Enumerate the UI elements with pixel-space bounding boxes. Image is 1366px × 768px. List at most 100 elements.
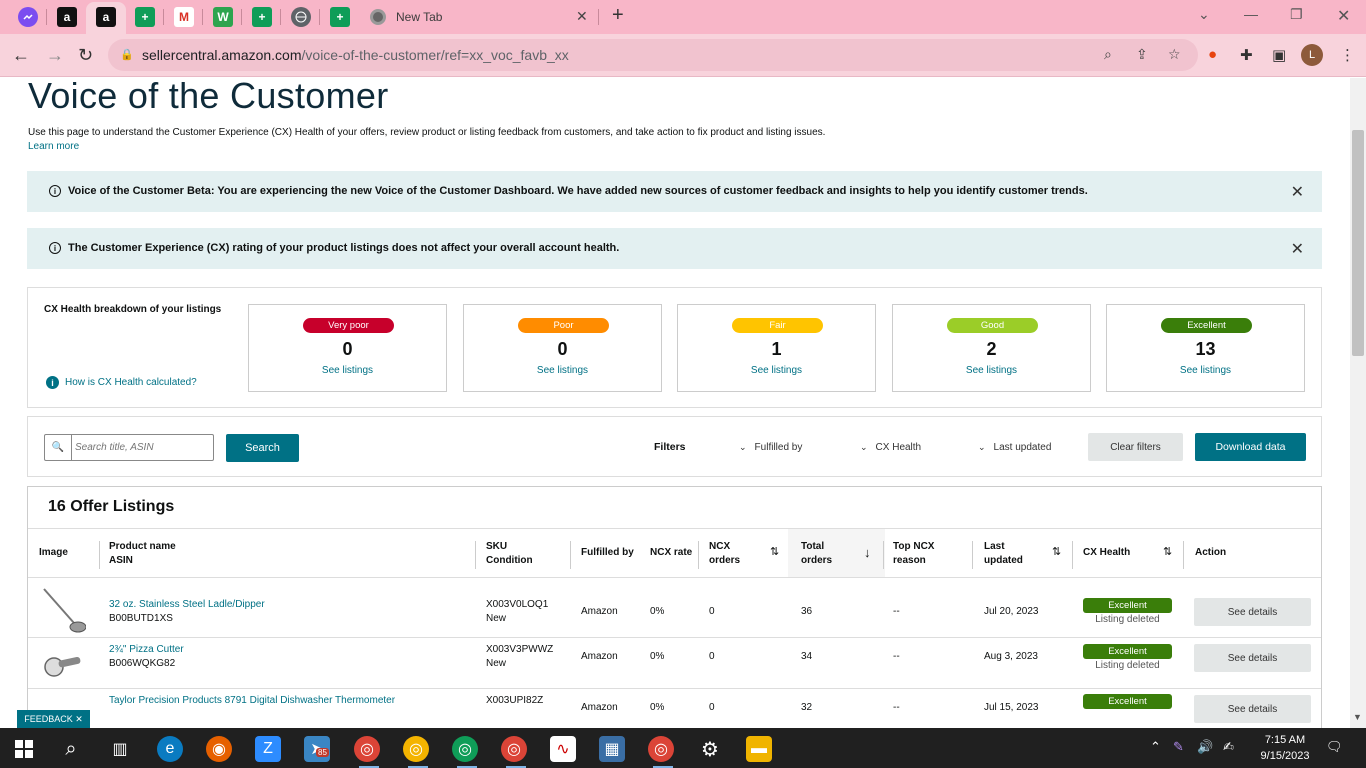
- header-cx-health[interactable]: CX Health: [1083, 546, 1130, 560]
- close-window-icon[interactable]: ✕: [1337, 6, 1350, 26]
- product-name-link[interactable]: 2¾" Pizza Cutter: [109, 643, 184, 657]
- sheets-icon[interactable]: +: [135, 7, 155, 27]
- header-last-updated[interactable]: Last updated: [984, 540, 1023, 568]
- last-updated: Aug 3, 2023: [984, 651, 1038, 662]
- product-name-link[interactable]: 32 oz. Stainless Steel Ladle/Dipper: [109, 598, 265, 612]
- tray-chevron-icon[interactable]: ⌃: [1150, 739, 1161, 755]
- sort-desc-icon[interactable]: ↓: [864, 545, 871, 560]
- side-panel-icon[interactable]: ▣: [1272, 46, 1286, 64]
- task-view-icon[interactable]: ▥: [107, 736, 133, 762]
- menu-icon[interactable]: ⋮: [1340, 46, 1355, 64]
- header-sku[interactable]: SKU Condition: [486, 540, 533, 568]
- chrome-icon[interactable]: ◎: [501, 736, 527, 762]
- fulfilled-by-dropdown[interactable]: ⌄ Fulfilled by: [739, 442, 802, 453]
- app-icon[interactable]: W: [213, 7, 233, 27]
- extensions-puzzle-icon[interactable]: ✚: [1240, 46, 1253, 64]
- header-fulfilled-by[interactable]: Fulfilled by: [581, 546, 634, 560]
- see-listings-link[interactable]: See listings: [249, 365, 446, 376]
- new-tab-plus-icon[interactable]: +: [612, 4, 624, 27]
- see-details-button[interactable]: See details: [1194, 644, 1311, 672]
- forward-icon[interactable]: →: [46, 45, 64, 66]
- header-total-orders[interactable]: Total orders: [801, 540, 832, 568]
- cx-rating-banner: i The Customer Experience (CX) rating of…: [27, 228, 1322, 269]
- pizza-cutter-image[interactable]: [40, 643, 86, 685]
- volume-icon[interactable]: 🔊: [1197, 739, 1213, 755]
- calculator-icon[interactable]: ▦: [599, 736, 625, 762]
- notifications-icon[interactable]: 🗨: [1326, 739, 1343, 755]
- back-icon[interactable]: ←: [12, 45, 30, 66]
- messenger-icon[interactable]: [18, 7, 38, 27]
- pen-icon[interactable]: ✎: [1173, 739, 1184, 755]
- pen-workspace-icon[interactable]: ✍: [1223, 739, 1234, 755]
- reload-icon[interactable]: ↻: [78, 45, 93, 66]
- clear-filters-button[interactable]: Clear filters: [1088, 433, 1183, 461]
- restore-icon[interactable]: ❐: [1290, 6, 1303, 23]
- globe-icon[interactable]: [291, 7, 311, 27]
- cx-how-link[interactable]: i How is CX Health calculated?: [46, 376, 197, 389]
- tab-search-icon[interactable]: ⌄: [1198, 6, 1210, 23]
- search-button[interactable]: Search: [226, 434, 299, 462]
- file-explorer-icon[interactable]: ▬: [746, 736, 772, 762]
- see-details-button[interactable]: See details: [1194, 598, 1311, 626]
- sheets-icon[interactable]: +: [252, 7, 272, 27]
- gmail-icon[interactable]: M: [174, 7, 194, 27]
- last-updated-dropdown[interactable]: ⌄ Last updated: [978, 442, 1051, 453]
- zoom-icon[interactable]: ⌕: [1104, 46, 1112, 63]
- amazon-icon[interactable]: a: [96, 7, 116, 27]
- chrome-icon[interactable]: ◎: [403, 736, 429, 762]
- header-ncx-rate[interactable]: NCX rate: [650, 546, 692, 560]
- chart-app-icon[interactable]: ∿: [550, 736, 576, 762]
- zoom-icon[interactable]: Z: [255, 736, 281, 762]
- edge-icon[interactable]: e: [157, 736, 183, 762]
- url-bar[interactable]: 🔒 sellercentral.amazon.com/voice-of-the-…: [108, 39, 1198, 71]
- sku: X003V3PWWZ: [486, 644, 554, 655]
- chrome-icon[interactable]: ◎: [354, 736, 380, 762]
- close-banner-icon[interactable]: ✕: [1291, 182, 1304, 202]
- sort-icon[interactable]: ⇅: [770, 545, 779, 558]
- cx-health-dropdown[interactable]: ⌄ CX Health: [860, 442, 921, 453]
- scrollbar-thumb[interactable]: [1352, 130, 1364, 356]
- see-details-button[interactable]: See details: [1194, 695, 1311, 723]
- poor-badge: Poor: [518, 318, 609, 333]
- header-ncx-orders[interactable]: NCX orders: [709, 540, 740, 568]
- product-name-link[interactable]: Taylor Precision Products 8791 Digital D…: [109, 694, 395, 708]
- firefox-icon[interactable]: ◉: [206, 736, 232, 762]
- chrome-icon[interactable]: ◎: [452, 736, 478, 762]
- share-icon[interactable]: ⇪: [1136, 46, 1148, 63]
- search-input[interactable]: [75, 438, 210, 457]
- windows-start-icon[interactable]: [11, 736, 37, 762]
- minimize-icon[interactable]: —: [1244, 6, 1258, 22]
- sort-icon[interactable]: ⇅: [1052, 545, 1061, 558]
- see-listings-link[interactable]: See listings: [893, 365, 1090, 376]
- extension-fire-icon[interactable]: ●: [1208, 46, 1217, 63]
- see-listings-link[interactable]: See listings: [678, 365, 875, 376]
- settings-gear-icon[interactable]: ⚙: [697, 736, 723, 762]
- amazon-icon[interactable]: a: [57, 7, 77, 27]
- very-poor-badge: Very poor: [303, 318, 394, 333]
- download-data-button[interactable]: Download data: [1195, 433, 1306, 461]
- see-listings-link[interactable]: See listings: [1107, 365, 1304, 376]
- search-icon[interactable]: ⌕: [58, 736, 84, 762]
- date: 9/15/2023: [1260, 750, 1310, 762]
- url-text[interactable]: sellercentral.amazon.com/voice-of-the-cu…: [142, 47, 569, 63]
- learn-more-link[interactable]: Learn more: [28, 141, 79, 152]
- lock-icon[interactable]: 🔒: [120, 48, 134, 61]
- sort-icon[interactable]: ⇅: [1163, 545, 1172, 558]
- chrome-icon[interactable]: ◎: [648, 736, 674, 762]
- search-box[interactable]: 🔍: [44, 434, 214, 461]
- condition: New: [486, 658, 507, 669]
- tab-new-tab[interactable]: New Tab ✕: [362, 4, 602, 30]
- close-banner-icon[interactable]: ✕: [1291, 239, 1304, 259]
- header-product[interactable]: Product name ASIN: [109, 540, 176, 568]
- ladle-image[interactable]: [40, 585, 86, 633]
- profile-avatar[interactable]: L: [1301, 44, 1323, 66]
- clock[interactable]: 7:15 AM 9/15/2023: [1255, 732, 1315, 764]
- close-tab-icon[interactable]: ✕: [576, 8, 588, 25]
- cx-how-text[interactable]: How is CX Health calculated?: [65, 377, 197, 388]
- feedback-button[interactable]: FEEDBACK ✕: [17, 710, 90, 728]
- sheets-icon[interactable]: +: [330, 7, 350, 27]
- scroll-down-icon[interactable]: ▼: [1353, 712, 1362, 722]
- bookmark-star-icon[interactable]: ☆: [1168, 46, 1181, 63]
- see-listings-link[interactable]: See listings: [464, 365, 661, 376]
- header-top-ncx[interactable]: Top NCX reason: [893, 540, 934, 568]
